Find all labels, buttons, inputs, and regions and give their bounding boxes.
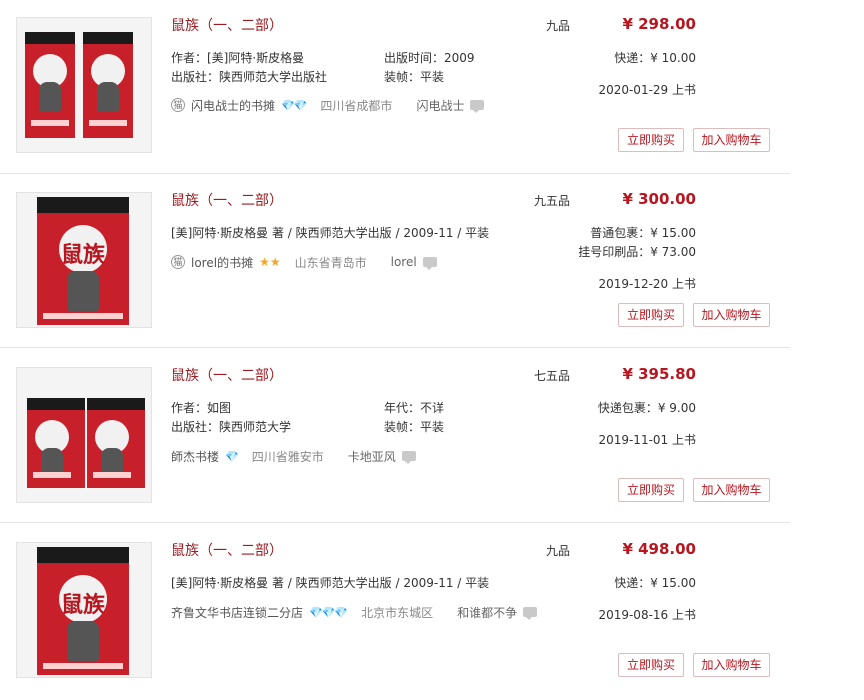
buy-now-button[interactable]: 立即购买 [618, 303, 684, 327]
divider [0, 173, 790, 174]
book-thumbnail[interactable] [16, 367, 152, 503]
binding: 装帧：平装 [384, 420, 445, 434]
divider [0, 522, 790, 523]
era: 年代：不详 [384, 401, 445, 415]
seller-name[interactable]: 師杰书楼 [171, 448, 219, 465]
diamond-rating-icon: 💎💎💎 [309, 605, 348, 619]
listing-3: 鼠族（一、二部） 七五品 ¥ 395.80 作者：如图 出版社：陕西师范大学 年… [0, 350, 790, 525]
chat-icon[interactable] [523, 607, 538, 620]
price: ¥ 298.00 [622, 15, 696, 33]
buy-now-button[interactable]: 立即购买 [618, 128, 684, 152]
book-info-line: [美]阿特·斯皮格曼 著 / 陕西师范大学出版 / 2009-11 / 平装 [171, 226, 490, 240]
condition-grade: 九品 [545, 544, 570, 558]
book-title[interactable]: 鼠族（一、二部） [171, 365, 283, 385]
list-date: 2019-11-01 上书 [598, 433, 696, 447]
seller-name[interactable]: 闪电战士的书摊 [191, 97, 275, 114]
condition-grade: 七五品 [533, 369, 570, 383]
seller-nickname[interactable]: 和谁都不争 [457, 604, 517, 621]
shop-badge-icon: 猫 [171, 255, 185, 269]
seller-nickname[interactable]: 闪电战士 [416, 97, 464, 114]
chat-icon[interactable] [422, 257, 437, 270]
star-rating-icon: ★★ [259, 255, 281, 269]
book-thumbnail[interactable] [16, 17, 152, 153]
cover-image [83, 32, 133, 138]
search-results: 鼠族（一、二部） 九品 ¥ 298.00 作者：[美]阿特·斯皮格曼 出版社：陕… [0, 0, 864, 698]
book-title[interactable]: 鼠族（一、二部） [171, 190, 283, 210]
seller-nickname[interactable]: lorel [391, 255, 417, 269]
shipping-fee-registered: 挂号印刷品：¥ 73.00 [578, 245, 696, 259]
list-date: 2020-01-29 上书 [598, 83, 696, 97]
cover-image: 鼠族 [37, 547, 129, 675]
add-to-cart-button[interactable]: 加入购物车 [693, 478, 770, 502]
add-to-cart-button[interactable]: 加入购物车 [693, 128, 770, 152]
cover-image [87, 398, 145, 488]
listing-1: 鼠族（一、二部） 九品 ¥ 298.00 作者：[美]阿特·斯皮格曼 出版社：陕… [0, 0, 790, 175]
seller-row: 猫 闪电战士的书摊 💎💎 四川省成都市 闪电战士 [171, 96, 485, 114]
price: ¥ 395.80 [622, 365, 696, 383]
publisher: 出版社：陕西师范大学出版社 [171, 70, 328, 84]
shop-badge-icon: 猫 [171, 98, 185, 112]
price: ¥ 300.00 [622, 190, 696, 208]
price: ¥ 498.00 [622, 540, 696, 558]
diamond-rating-icon: 💎 [225, 449, 239, 463]
seller-row: 齐鲁文华书店连锁二分店 💎💎💎 北京市东城区 和谁都不争 [171, 603, 538, 621]
shipping-fee: 快递：¥ 15.00 [614, 576, 696, 590]
shipping-fee: 普通包裹：¥ 15.00 [590, 226, 696, 240]
book-title[interactable]: 鼠族（一、二部） [171, 15, 283, 35]
seller-row: 猫 lorel的书摊 ★★ 山东省青岛市 lorel [171, 253, 437, 271]
cover-image [27, 398, 85, 488]
diamond-rating-icon: 💎💎 [281, 98, 307, 112]
book-thumbnail[interactable]: 鼠族 [16, 192, 152, 328]
condition-grade: 九五品 [533, 194, 570, 208]
binding: 装帧：平装 [384, 70, 445, 84]
publisher: 出版社：陕西师范大学 [171, 420, 292, 434]
cover-image: 鼠族 [37, 197, 129, 325]
chat-icon[interactable] [470, 100, 485, 113]
seller-name[interactable]: 齐鲁文华书店连锁二分店 [171, 604, 303, 621]
listing-4: 鼠族 鼠族（一、二部） 九品 ¥ 498.00 [美]阿特·斯皮格曼 著 / 陕… [0, 525, 790, 700]
shipping-fee: 快递：¥ 10.00 [614, 51, 696, 65]
seller-nickname[interactable]: 卡地亚风 [348, 448, 396, 465]
list-date: 2019-12-20 上书 [598, 277, 696, 291]
seller-location: 四川省雅安市 [251, 449, 324, 464]
book-info-line: [美]阿特·斯皮格曼 著 / 陕西师范大学出版 / 2009-11 / 平装 [171, 576, 490, 590]
seller-location: 山东省青岛市 [294, 255, 367, 270]
add-to-cart-button[interactable]: 加入购物车 [693, 303, 770, 327]
seller-location: 北京市东城区 [361, 605, 434, 620]
chat-icon[interactable] [401, 451, 416, 464]
list-date: 2019-08-16 上书 [598, 608, 696, 622]
seller-location: 四川省成都市 [320, 98, 393, 113]
condition-grade: 九品 [545, 19, 570, 33]
publish-date: 出版时间：2009 [384, 51, 475, 65]
add-to-cart-button[interactable]: 加入购物车 [693, 653, 770, 677]
divider [0, 347, 790, 348]
buy-now-button[interactable]: 立即购买 [618, 653, 684, 677]
cover-image [25, 32, 75, 138]
shipping-fee: 快递包裹：¥ 9.00 [597, 401, 696, 415]
author: 作者：[美]阿特·斯皮格曼 [171, 51, 305, 65]
author: 作者：如图 [171, 401, 232, 415]
listing-2: 鼠族 鼠族（一、二部） 九五品 ¥ 300.00 [美]阿特·斯皮格曼 著 / … [0, 175, 790, 350]
seller-row: 師杰书楼 💎 四川省雅安市 卡地亚风 [171, 447, 416, 465]
book-thumbnail[interactable]: 鼠族 [16, 542, 152, 678]
book-title[interactable]: 鼠族（一、二部） [171, 540, 283, 560]
seller-name[interactable]: lorel的书摊 [191, 254, 253, 271]
buy-now-button[interactable]: 立即购买 [618, 478, 684, 502]
